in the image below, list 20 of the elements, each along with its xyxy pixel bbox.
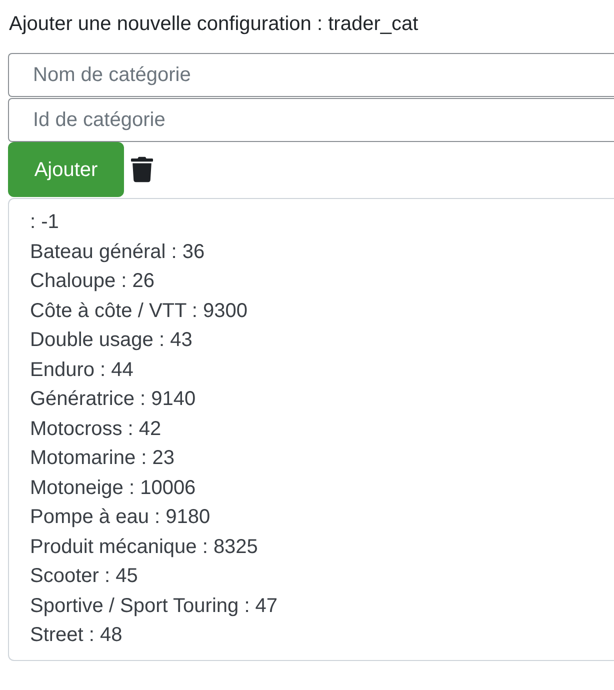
add-button[interactable]: Ajouter bbox=[8, 142, 124, 197]
category-list-item[interactable]: Côte à côte / VTT : 9300 bbox=[30, 296, 248, 326]
category-list-item[interactable]: Enduro : 44 bbox=[30, 356, 134, 385]
text-input-field[interactable]: Nom de catégorie bbox=[8, 53, 614, 97]
category-list-item[interactable]: Pompe à eau : 9180 bbox=[30, 503, 210, 532]
category-list-item[interactable]: Motomarine : 23 bbox=[30, 444, 175, 474]
category-list-item[interactable]: : -1 bbox=[30, 208, 59, 238]
category-list-item[interactable]: Street : 48 bbox=[30, 621, 122, 650]
category-list-item[interactable]: Double usage : 43 bbox=[30, 326, 192, 356]
category-list-item[interactable]: Génératrice : 9140 bbox=[30, 385, 196, 414]
trash-icon[interactable] bbox=[131, 156, 153, 183]
category-list-item[interactable]: Produit mécanique : 8325 bbox=[30, 532, 258, 562]
category-list-item[interactable]: Motocross : 42 bbox=[30, 414, 162, 444]
category-list-item[interactable]: Motoneige : 10006 bbox=[30, 474, 196, 503]
category-list-item[interactable]: Bateau général : 36 bbox=[30, 238, 205, 267]
category-list-item[interactable]: Scooter : 45 bbox=[30, 562, 138, 592]
category-list-item[interactable]: Sportive / Sport Touring : 47 bbox=[30, 592, 278, 621]
form-heading: Ajouter une nouvelle configuration : trader_cat bbox=[8, 12, 418, 37]
text-input-field[interactable]: Id de catégorie bbox=[8, 98, 614, 142]
category-list-item[interactable]: Chaloupe : 26 bbox=[30, 267, 155, 296]
